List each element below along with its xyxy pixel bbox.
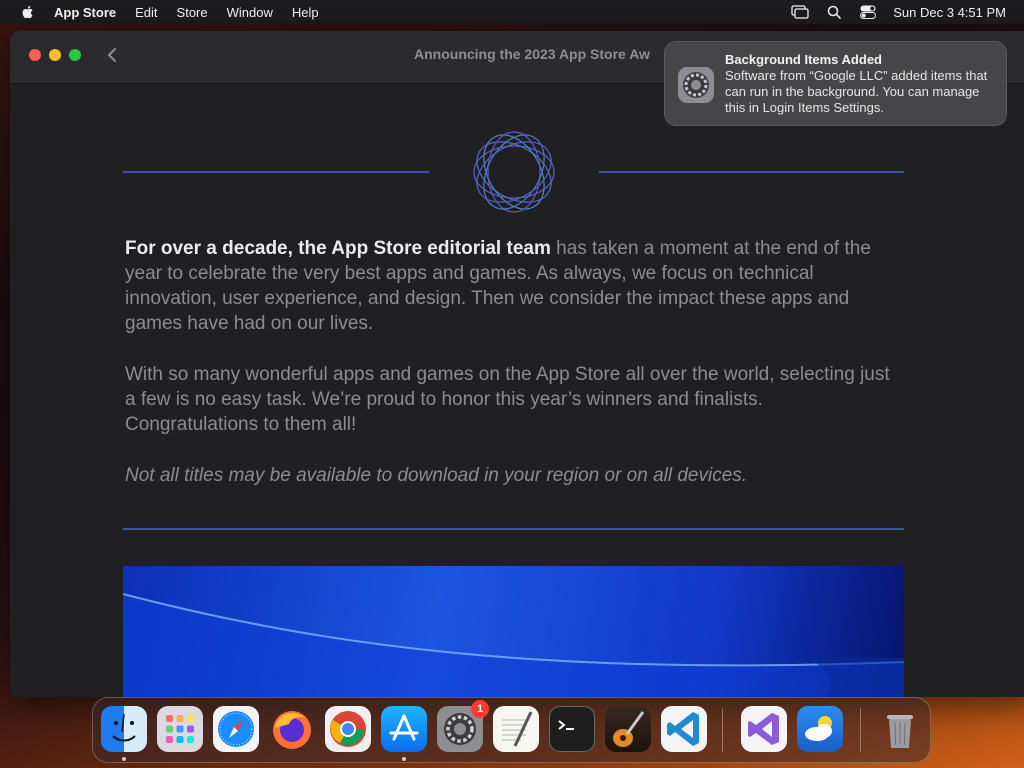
background-items-notification[interactable]: Background Items Added Software from “Go… [664,41,1007,126]
menu-bar: App Store Edit Store Window Help Sun Dec… [0,0,1024,24]
system-settings-gear-icon [678,67,714,103]
menu-store[interactable]: Store [177,5,208,20]
intro-bold-text: For over a decade, the App Store editori… [125,238,551,259]
app-store-dock-icon[interactable] [381,706,427,752]
spotlight-search-icon[interactable] [825,4,843,20]
menu-help[interactable]: Help [292,5,319,20]
zoom-button[interactable] [69,49,81,61]
chrome-icon[interactable] [325,706,371,752]
dock-separator [722,708,723,752]
awards-emblem-icon [473,131,555,213]
notification-title: Background Items Added [725,52,882,67]
notification-body: Software from “Google LLC” added items t… [725,68,988,115]
close-button[interactable] [29,49,41,61]
divider-right [599,171,904,173]
control-center-icon[interactable] [859,4,877,20]
dock-separator-2 [860,708,861,752]
system-settings-icon[interactable]: 1 [437,700,489,752]
intro-paragraph: For over a decade, the App Store editori… [125,236,900,336]
vscode-icon[interactable] [661,706,707,752]
terminal-icon[interactable] [549,706,595,752]
garageband-icon[interactable] [605,706,651,752]
back-chevron-icon[interactable] [104,44,120,66]
finder-running-dot [122,757,126,761]
trash-icon[interactable] [877,706,923,752]
textedit-icon[interactable] [493,706,539,752]
divider-bottom [123,528,904,530]
hero-image [123,566,904,697]
app-store-window: Announcing the 2023 App Store Aw For ove… [10,31,1024,697]
screen-mirroring-icon[interactable] [791,4,809,20]
visual-studio-icon[interactable] [741,706,787,752]
minimize-button[interactable] [49,49,61,61]
weather-icon[interactable] [797,706,843,752]
dock: 1 [92,697,931,763]
app-store-running-dot [402,757,406,761]
second-paragraph: With so many wonderful apps and games on… [125,364,890,435]
window-title: Announcing the 2023 App Store Aw [414,46,650,62]
menu-clock[interactable]: Sun Dec 3 4:51 PM [893,5,1006,20]
finder-icon[interactable] [101,706,147,752]
firefox-icon[interactable] [269,706,315,752]
apple-menu-icon[interactable] [20,4,36,20]
divider-left [123,171,429,173]
safari-icon[interactable] [213,706,259,752]
menu-app-store[interactable]: App Store [54,5,116,20]
article-content: For over a decade, the App Store editori… [10,84,1024,697]
menu-window[interactable]: Window [227,5,273,20]
settings-notification-badge: 1 [471,700,489,718]
menu-edit[interactable]: Edit [135,5,157,20]
launchpad-icon[interactable] [157,706,203,752]
availability-note: Not all titles may be available to downl… [125,465,748,486]
